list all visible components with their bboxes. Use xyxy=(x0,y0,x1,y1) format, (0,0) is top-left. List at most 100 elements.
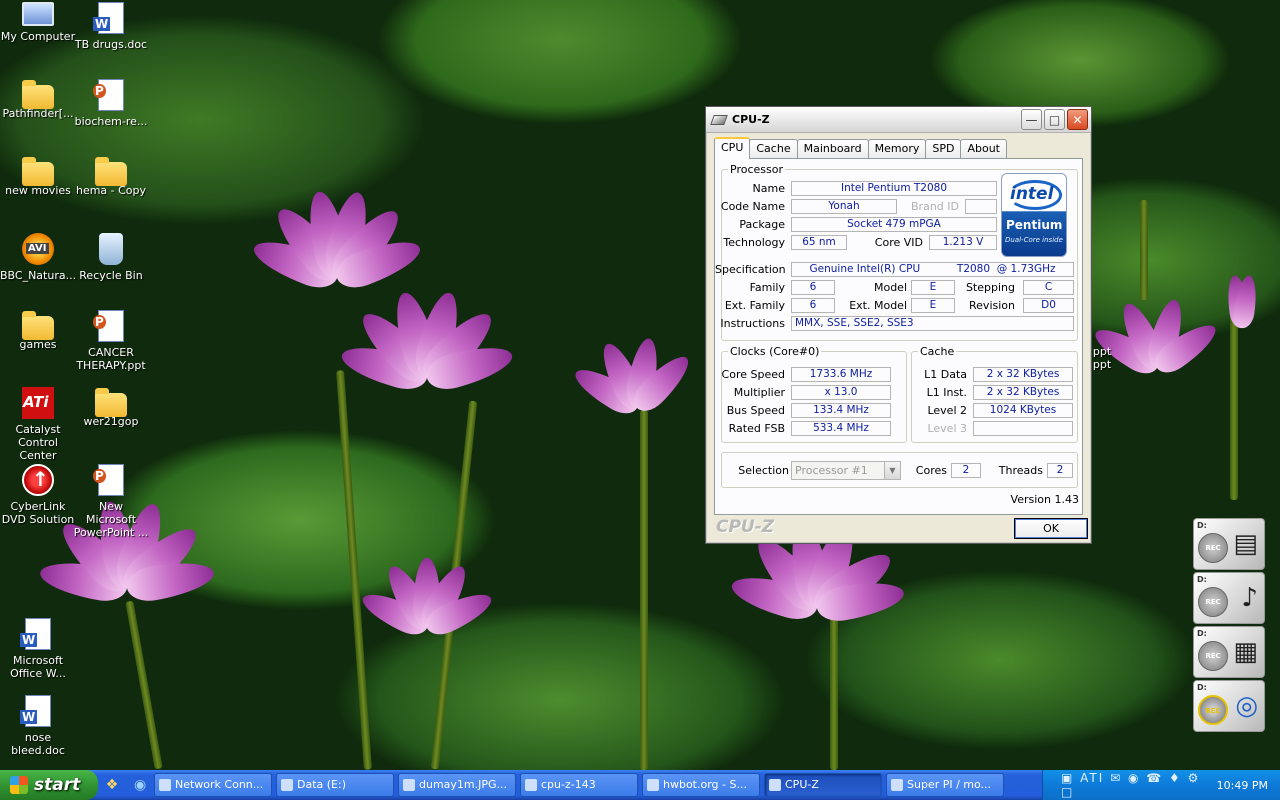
desktop-icon[interactable]: My Computer xyxy=(0,2,76,43)
tab-cache[interactable]: Cache xyxy=(749,139,798,158)
flower-stem xyxy=(1140,200,1148,300)
flower-stem xyxy=(1230,300,1238,500)
taskbar-item-image[interactable]: dumay1m.JPG... xyxy=(398,773,516,797)
threads-value: 2 xyxy=(1047,463,1073,478)
desktop-icon[interactable]: hema - Copy xyxy=(73,156,149,197)
taskbar-item-data-drive[interactable]: Data (E:) xyxy=(276,773,394,797)
extmodel-value: E xyxy=(911,298,955,313)
taskbar-item-firefox[interactable]: hwbot.org - S... xyxy=(642,773,760,797)
desktop-icon[interactable]: Pathfinder[... xyxy=(0,79,76,120)
flower-stem xyxy=(830,600,838,770)
maximize-button[interactable]: □ xyxy=(1044,109,1065,130)
instructions-label: Instructions xyxy=(720,317,785,330)
title-bar[interactable]: CPU-Z — □ ✕ xyxy=(706,107,1091,133)
folder-icon xyxy=(22,157,54,186)
model-value: E xyxy=(911,280,955,295)
processor-select-value: Processor #1 xyxy=(795,464,868,477)
taskbar-item-network[interactable]: Network Conn... xyxy=(154,773,272,797)
desktop-icon[interactable]: Recycle Bin xyxy=(73,233,149,282)
ati-icon xyxy=(22,387,54,419)
desktop-icon[interactable]: TB drugs.doc xyxy=(73,2,149,51)
tab-memory[interactable]: Memory xyxy=(867,139,927,158)
brandid-value xyxy=(965,199,997,214)
flower-stem xyxy=(640,410,648,770)
folder-icon xyxy=(22,80,54,109)
extfamily-label: Ext. Family xyxy=(724,299,785,312)
taskbar-item-superpi[interactable]: Super PI / mo... xyxy=(886,773,1004,797)
logo-brand: intel xyxy=(1010,184,1054,204)
processor-select[interactable]: Processor #1 ▼ xyxy=(791,461,901,480)
taskbar-item-cpuz[interactable]: CPU-Z xyxy=(764,773,882,797)
codename-label: Code Name xyxy=(720,200,785,213)
desktop-icon[interactable]: new movies xyxy=(0,156,76,197)
codename-value: Yonah xyxy=(791,199,897,214)
desktop-icon[interactable]: nose bleed.doc xyxy=(0,695,76,757)
cores-value: 2 xyxy=(951,463,981,478)
start-button[interactable]: start xyxy=(0,770,98,800)
record-button[interactable]: REC xyxy=(1198,695,1228,725)
desktop-icon-label: TB drugs.doc xyxy=(74,38,148,51)
desktop-icon-label: CANCER THERAPY.ppt xyxy=(76,346,146,372)
desktop-icon-label: New Microsoft PowerPoint ... xyxy=(73,500,149,539)
gadget-cube-disc[interactable]: D: REC ◎ xyxy=(1193,680,1265,732)
corevid-value: 1.213 V xyxy=(929,235,997,250)
extmodel-label: Ext. Model xyxy=(849,299,907,312)
music-note-icon: ♪ xyxy=(1241,583,1258,613)
desktop-icon[interactable]: wer21gop xyxy=(73,387,149,428)
tab-spd[interactable]: SPD xyxy=(925,139,962,158)
desktop-icon[interactable]: CANCER THERAPY.ppt xyxy=(73,310,149,372)
desktop-icon[interactable]: Catalyst Control Center xyxy=(0,387,76,462)
recorder-gadget: D: REC ▤ D: REC ♪ D: REC ▦ D: REC ◎ xyxy=(1193,518,1267,732)
desktop-icon[interactable]: biochem-re... xyxy=(73,79,149,128)
package-label: Package xyxy=(739,218,785,231)
name-label: Name xyxy=(752,182,785,195)
tab-about[interactable]: About xyxy=(960,139,1007,158)
clocks-legend: Clocks (Core#0) xyxy=(730,345,820,358)
desktop-icon[interactable]: Microsoft Office W... xyxy=(0,618,76,680)
corevid-label: Core VID xyxy=(874,236,923,249)
gadget-cube-documents[interactable]: D: REC ▤ xyxy=(1193,518,1265,570)
gadget-cube-music[interactable]: D: REC ♪ xyxy=(1193,572,1265,624)
drive-label: D: xyxy=(1197,575,1207,584)
desktop-icon[interactable]: BBC_Natura... xyxy=(0,233,76,282)
tray-icons[interactable]: ▣ ATI ✉ ◉ ☎ ♦ ⚙ □ xyxy=(1043,771,1217,799)
stepping-value: C xyxy=(1023,280,1074,295)
logo-product: Pentium xyxy=(1006,218,1063,232)
processor-legend: Processor xyxy=(730,163,783,176)
powerpoint-icon xyxy=(93,464,124,496)
desktop-icon[interactable]: games xyxy=(0,310,76,351)
revision-value: D0 xyxy=(1023,298,1074,313)
brandid-label: Brand ID xyxy=(911,200,959,213)
corespeed-label: Core Speed xyxy=(721,368,785,381)
word-doc-icon xyxy=(20,618,51,650)
desktop-icon[interactable]: New Microsoft PowerPoint ... xyxy=(73,464,149,539)
cpu-tab-panel: Processor Name Intel Pentium T2080 Code … xyxy=(714,158,1083,515)
internet-explorer-icon[interactable]: ◉ xyxy=(134,777,146,793)
record-button[interactable]: REC xyxy=(1198,533,1228,563)
tab-mainboard[interactable]: Mainboard xyxy=(796,139,869,158)
desktop-icon[interactable]: CyberLink DVD Solution xyxy=(0,464,76,526)
minimize-button[interactable]: — xyxy=(1021,109,1042,130)
tab-cpu[interactable]: CPU xyxy=(714,137,751,159)
ok-button[interactable]: OK xyxy=(1014,518,1088,539)
close-button[interactable]: ✕ xyxy=(1067,109,1088,130)
busspeed-label: Bus Speed xyxy=(726,404,785,417)
instructions-value: MMX, SSE, SSE2, SSE3 xyxy=(791,316,1074,331)
revision-label: Revision xyxy=(969,299,1015,312)
show-desktop-icon[interactable]: ❖ xyxy=(106,777,119,793)
logo-sub: Dual-Core inside xyxy=(1005,236,1063,244)
desktop-icon-label: ppt xyxy=(1092,358,1112,371)
stepping-label: Stepping xyxy=(965,281,1015,294)
desktop-icon-label: My Computer xyxy=(0,30,76,43)
record-button[interactable]: REC xyxy=(1198,587,1228,617)
chevron-down-icon[interactable]: ▼ xyxy=(884,462,900,479)
record-button[interactable]: REC xyxy=(1198,641,1228,671)
start-label: start xyxy=(34,775,81,795)
gadget-cube-video[interactable]: D: REC ▦ xyxy=(1193,626,1265,678)
clock[interactable]: 10:49 PM xyxy=(1217,779,1268,792)
package-value: Socket 479 mPGA xyxy=(791,217,997,232)
taskbar-item-folder[interactable]: cpu-z-143 xyxy=(520,773,638,797)
flower-stem xyxy=(336,370,372,770)
multiplier-value: x 13.0 xyxy=(791,385,891,400)
flower-stem xyxy=(430,400,478,770)
